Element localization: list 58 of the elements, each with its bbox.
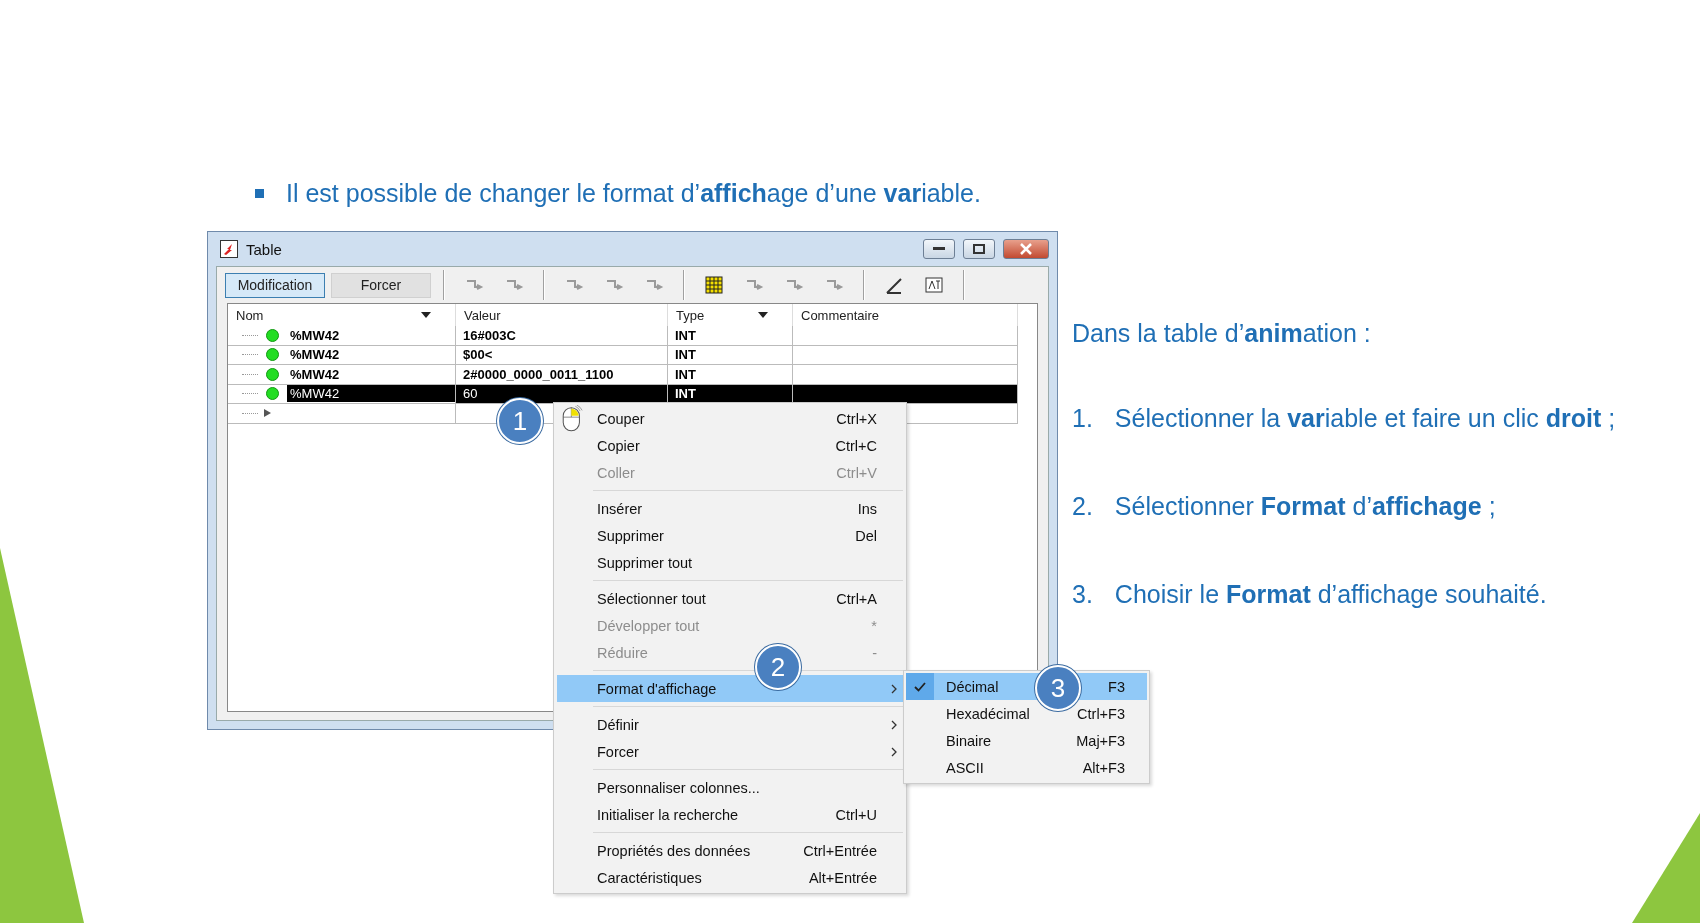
step-number: 3. [1072, 580, 1093, 610]
minimize-icon [933, 247, 945, 251]
status-dot [266, 387, 279, 401]
menu-item[interactable]: Copier Ctrl+C [557, 432, 903, 459]
close-button[interactable] [1003, 239, 1049, 259]
mouse-icon [561, 405, 583, 432]
menu-item[interactable]: Couper Ctrl+X [557, 405, 903, 432]
chevron-right-icon [891, 719, 897, 730]
bullet-icon [255, 188, 264, 198]
mode-button[interactable]: Forcer [331, 272, 431, 298]
caret-icon [758, 312, 768, 318]
menu-item[interactable]: Supprimer Del [557, 522, 903, 549]
step-text: Sélectionner la variable et faire un clic droit ; [1114, 404, 1616, 434]
status-dot [266, 328, 279, 342]
menu-item[interactable]: Propriétés des données Ctrl+Entrée [557, 837, 903, 864]
chevron-right-icon [891, 683, 897, 694]
text-icon[interactable] [923, 275, 945, 295]
table-cell: 2#0000_0000_0011_1100 [456, 365, 668, 385]
check-icon [914, 681, 926, 692]
step-number: 1. [1072, 404, 1093, 434]
window-title: Table [246, 240, 283, 258]
menu-item[interactable]: Binaire Maj+F3 [906, 727, 1147, 754]
minimize-button[interactable] [923, 239, 955, 259]
status-dot [266, 348, 279, 362]
menu-item[interactable]: Supprimer tout [557, 549, 903, 576]
menu-item[interactable]: Format d'affichage [557, 675, 903, 702]
variable-name: %MW42 [287, 385, 455, 403]
menu-item[interactable]: Insérer Ins [557, 495, 903, 522]
mode-button[interactable]: Modification [225, 272, 325, 298]
grid-icon[interactable] [703, 275, 725, 295]
close-icon [1020, 243, 1032, 255]
table-cell: INT [668, 365, 793, 385]
menu-item[interactable]: Forcer [557, 738, 903, 765]
caret-icon [264, 409, 271, 418]
step-text: Choisir le Format d’affichage souhaité. [1114, 580, 1547, 610]
menu-item[interactable]: Personnaliser colonnes... [557, 774, 903, 801]
table-cell: $00< [456, 345, 668, 365]
intro-text: Dans la table d’animation : [1072, 319, 1372, 348]
variable-name: %MW42 [289, 326, 341, 344]
menu-item[interactable]: Définir [557, 711, 903, 738]
step-number: 2. [1072, 492, 1093, 522]
menu-item[interactable]: Sélectionner tout Ctrl+A [557, 585, 903, 612]
status-dot [266, 367, 279, 381]
bullet-text: Il est possible de changer le format d’affichage d’une variable. [286, 178, 981, 208]
variable-name: %MW42 [289, 365, 341, 383]
table-cell: INT [668, 326, 793, 346]
caret-icon [421, 312, 431, 318]
table-cell: 16#003C [456, 326, 668, 346]
menu-item[interactable]: ASCII Alt+F3 [906, 754, 1147, 781]
table-cell: INT [668, 345, 793, 365]
maximize-button[interactable] [963, 239, 995, 259]
chevron-right-icon [891, 746, 897, 757]
variable-name: %MW42 [289, 346, 341, 364]
maximize-icon [973, 244, 985, 254]
step-text: Sélectionner Format d’affichage ; [1114, 492, 1496, 522]
menu-item[interactable]: Caractéristiques Alt+Entrée [557, 864, 903, 891]
menu-item[interactable]: Initialiser la recherche Ctrl+U [557, 801, 903, 828]
app-icon [220, 240, 238, 258]
